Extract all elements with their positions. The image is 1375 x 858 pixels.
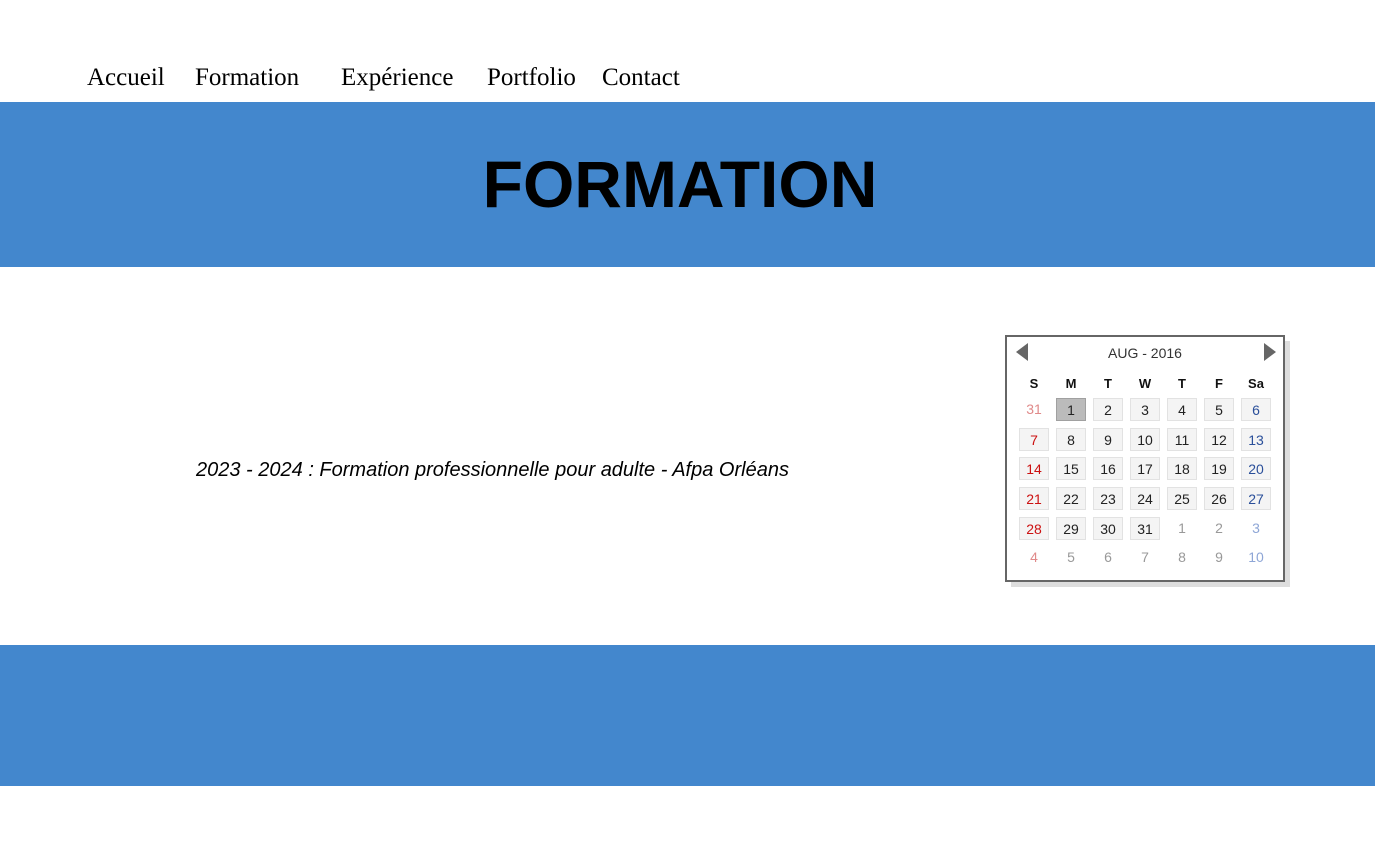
calendar-day[interactable]: 10 [1241, 546, 1271, 569]
calendar-day[interactable]: 4 [1167, 398, 1197, 421]
calendar-day[interactable]: 26 [1204, 487, 1234, 510]
calendar-day[interactable]: 11 [1167, 428, 1197, 451]
calendar-week-row: 31 1 2 3 4 5 6 [1018, 398, 1278, 424]
calendar-day[interactable]: 9 [1093, 428, 1123, 451]
calendar-day[interactable]: 5 [1056, 546, 1086, 569]
calendar-day[interactable]: 10 [1130, 428, 1160, 451]
calendar-day[interactable]: 5 [1204, 398, 1234, 421]
calendar-day[interactable]: 19 [1204, 457, 1234, 480]
page-title: FORMATION [482, 147, 878, 221]
calendar-day[interactable]: 31 [1019, 398, 1049, 421]
calendar-day[interactable]: 18 [1167, 457, 1197, 480]
hero-banner: FORMATION [0, 102, 1375, 267]
calendar-day[interactable]: 2 [1204, 517, 1234, 540]
weekday-label: Sa [1248, 376, 1264, 391]
calendar-day[interactable]: 29 [1056, 517, 1086, 540]
nav-link-formation[interactable]: Formation [195, 64, 299, 92]
nav-link-experience[interactable]: Expérience [341, 64, 453, 92]
calendar-day[interactable]: 6 [1241, 398, 1271, 421]
calendar-week-row: 28 29 30 31 1 2 3 [1018, 517, 1278, 543]
weekday-label: W [1138, 376, 1152, 391]
calendar-day[interactable]: 8 [1167, 546, 1197, 569]
calendar-day[interactable]: 2 [1093, 398, 1123, 421]
calendar-day[interactable]: 8 [1056, 428, 1086, 451]
calendar-day[interactable]: 27 [1241, 487, 1271, 510]
calendar-day[interactable]: 13 [1241, 428, 1271, 451]
weekday-label: S [1029, 376, 1039, 391]
weekday-label: T [1178, 376, 1186, 391]
calendar-day[interactable]: 20 [1241, 457, 1271, 480]
calendar-day[interactable]: 28 [1019, 517, 1049, 540]
calendar-day[interactable]: 14 [1019, 457, 1049, 480]
nav-link-contact[interactable]: Contact [602, 64, 680, 92]
calendar-weekday-row: S M T W T F Sa [1018, 372, 1278, 398]
formation-entry: 2023 - 2024 : Formation professionnelle … [196, 459, 789, 481]
calendar-day[interactable]: 23 [1093, 487, 1123, 510]
footer-band [0, 645, 1375, 786]
calendar-day[interactable]: 25 [1167, 487, 1197, 510]
calendar-day-selected[interactable]: 1 [1056, 398, 1086, 421]
calendar-day[interactable]: 31 [1130, 517, 1160, 540]
nav-link-accueil[interactable]: Accueil [87, 64, 165, 92]
calendar-day[interactable]: 3 [1241, 517, 1271, 540]
triangle-right-icon[interactable] [1264, 343, 1276, 361]
calendar-day[interactable]: 3 [1130, 398, 1160, 421]
calendar-day[interactable]: 7 [1019, 428, 1049, 451]
weekday-label: M [1065, 376, 1077, 391]
calendar-day[interactable]: 7 [1130, 546, 1160, 569]
calendar-day[interactable]: 30 [1093, 517, 1123, 540]
calendar-day[interactable]: 22 [1056, 487, 1086, 510]
calendar-day[interactable]: 6 [1093, 546, 1123, 569]
calendar-week-row: 21 22 23 24 25 26 27 [1018, 487, 1278, 513]
calendar-day[interactable]: 15 [1056, 457, 1086, 480]
calendar-day[interactable]: 16 [1093, 457, 1123, 480]
calendar-day[interactable]: 4 [1019, 546, 1049, 569]
weekday-label: T [1104, 376, 1112, 391]
main-nav: Accueil Formation Expérience Portfolio C… [0, 64, 1375, 100]
calendar-day[interactable]: 9 [1204, 546, 1234, 569]
calendar-day[interactable]: 12 [1204, 428, 1234, 451]
calendar-week-row: 7 8 9 10 11 12 13 [1018, 428, 1278, 454]
calendar-day[interactable]: 17 [1130, 457, 1160, 480]
calendar-week-row: 14 15 16 17 18 19 20 [1018, 457, 1278, 483]
calendar-day[interactable]: 24 [1130, 487, 1160, 510]
calendar-week-row: 4 5 6 7 8 9 10 [1018, 546, 1278, 572]
calendar-day[interactable]: 1 [1167, 517, 1197, 540]
calendar-widget: AUG - 2016 S M T W T F Sa 31 1 2 3 4 5 6… [1005, 335, 1285, 582]
weekday-label: F [1215, 376, 1223, 391]
calendar-day[interactable]: 21 [1019, 487, 1049, 510]
calendar-month-label: AUG - 2016 [1108, 345, 1182, 361]
nav-link-portfolio[interactable]: Portfolio [487, 64, 576, 92]
